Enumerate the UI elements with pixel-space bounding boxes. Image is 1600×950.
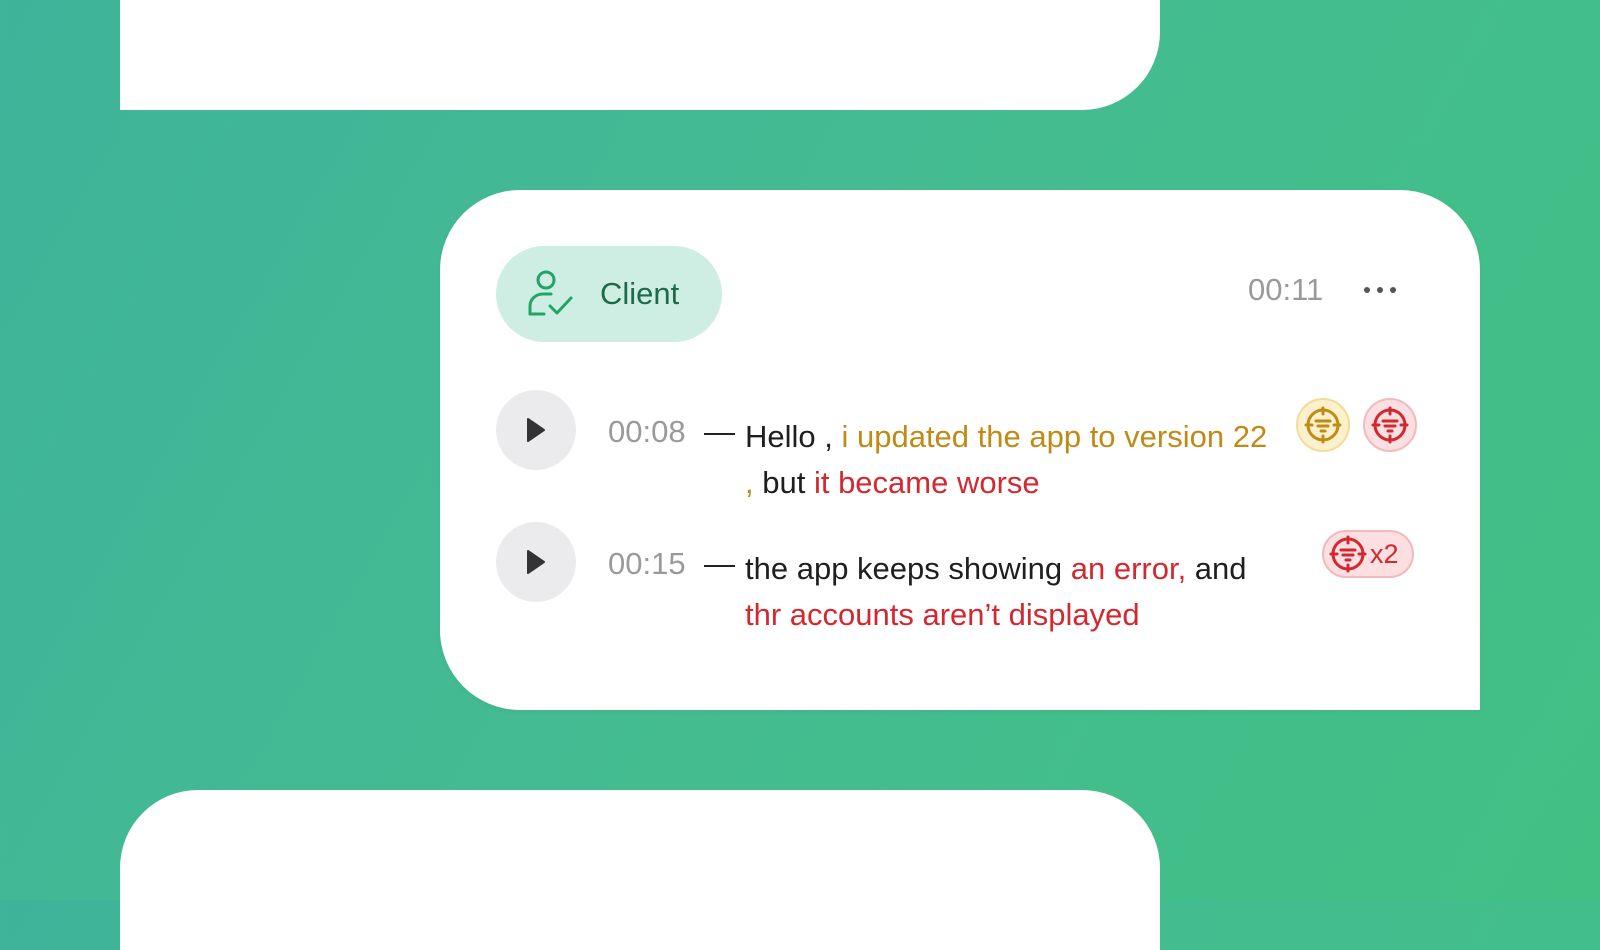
error-tag[interactable] bbox=[1363, 398, 1417, 452]
error-tag-icon bbox=[1329, 535, 1367, 573]
next-card bbox=[120, 790, 1160, 950]
more-options-button[interactable] bbox=[1360, 270, 1400, 310]
message-row: 00:15 — the app keeps showing an error, … bbox=[496, 522, 1426, 642]
text-segment: the app keeps showing bbox=[745, 551, 1071, 586]
previous-card bbox=[120, 0, 1160, 110]
message-text: Hello , i updated the app to version 22 … bbox=[745, 414, 1275, 506]
play-icon bbox=[527, 418, 545, 442]
message-dash: — bbox=[704, 414, 735, 449]
more-horizontal-icon bbox=[1364, 287, 1396, 293]
text-segment: and bbox=[1186, 551, 1247, 586]
role-label: Client bbox=[600, 276, 680, 311]
play-button[interactable] bbox=[496, 522, 576, 602]
tag-count: x2 bbox=[1370, 538, 1399, 569]
message-row: 00:08 — Hello , i updated the app to ver… bbox=[496, 390, 1426, 510]
message-text: the app keeps showing an error, and thr … bbox=[745, 546, 1275, 638]
message-timestamp: 00:15 bbox=[608, 546, 686, 581]
error-tag-with-count[interactable]: x2 bbox=[1322, 530, 1414, 578]
play-icon bbox=[527, 550, 545, 574]
text-segment: Hello , bbox=[745, 419, 842, 454]
transcript-card: Client 00:11 00:08 — Hello , i updated t… bbox=[440, 190, 1480, 710]
text-segment-error: an error, bbox=[1070, 551, 1187, 586]
text-segment: but bbox=[762, 465, 814, 500]
text-segment-error: it became worse bbox=[813, 465, 1040, 500]
role-badge[interactable]: Client bbox=[496, 246, 722, 342]
message-dash: — bbox=[704, 546, 735, 581]
text-segment-error: thr accounts aren’t displayed bbox=[745, 597, 1140, 632]
person-check-icon bbox=[528, 270, 573, 316]
warning-tag[interactable] bbox=[1296, 398, 1350, 452]
header-time: 00:11 bbox=[1248, 272, 1324, 307]
message-timestamp: 00:08 bbox=[608, 414, 686, 449]
play-button[interactable] bbox=[496, 390, 576, 470]
warning-tag-icon bbox=[1304, 406, 1342, 444]
error-tag-icon bbox=[1371, 406, 1409, 444]
